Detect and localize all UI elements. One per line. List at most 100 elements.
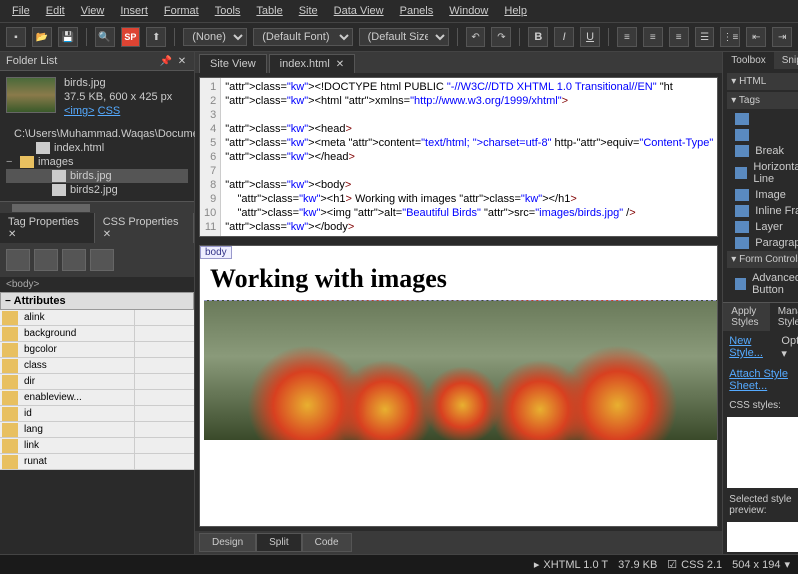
undo-button[interactable]: ↶ <box>466 27 486 47</box>
attributes-header[interactable]: − Attributes <box>0 292 194 310</box>
tree-node[interactable]: C:\Users\Muhammad.Waqas\Documents\M <box>6 127 188 141</box>
status-bar: ▸ XHTML 1.0 T 37.9 KB ☑ CSS 2.1 504 x 19… <box>0 554 798 574</box>
align-left-button[interactable]: ≡ <box>617 27 637 47</box>
tree-node[interactable]: −images <box>6 155 188 169</box>
property-tabs: Tag Properties ✕CSS Properties ✕ <box>0 213 194 243</box>
attr-row[interactable]: bgcolor <box>0 342 194 358</box>
bold-button[interactable]: B <box>528 27 548 47</box>
align-right-button[interactable]: ≡ <box>669 27 689 47</box>
indent-button[interactable]: ⇥ <box>772 27 792 47</box>
toolbox-tab-snippets[interactable]: Snippets <box>774 52 798 69</box>
align-center-button[interactable]: ≡ <box>643 27 663 47</box>
publish-button[interactable]: ⬆ <box>146 27 166 47</box>
toolbox-item[interactable]: Image <box>727 187 798 203</box>
attr-row[interactable]: alink <box>0 310 194 326</box>
underline-button[interactable]: U <box>580 27 600 47</box>
new-button[interactable]: ▪ <box>6 27 26 47</box>
tag-tool-4[interactable] <box>90 249 114 271</box>
view-tab-code[interactable]: Code <box>302 533 352 552</box>
toolbox-item[interactable]: Paragraph <box>727 235 798 251</box>
attr-row[interactable]: dir <box>0 374 194 390</box>
toolbox-item[interactable]: Inline Frame <box>727 203 798 219</box>
attr-row[interactable]: background <box>0 326 194 342</box>
tag-tool-1[interactable] <box>6 249 30 271</box>
view-tab-design[interactable]: Design <box>199 533 256 552</box>
tag-tool-3[interactable] <box>62 249 86 271</box>
img-tag-link[interactable]: <img> <box>64 105 95 117</box>
italic-button[interactable]: I <box>554 27 574 47</box>
list-button[interactable]: ☰ <box>695 27 715 47</box>
menu-panels[interactable]: Panels <box>394 3 440 19</box>
style-tab-manage-styles[interactable]: Manage Styles ✕ <box>770 303 798 331</box>
menu-edit[interactable]: Edit <box>40 3 71 19</box>
menu-tools[interactable]: Tools <box>209 3 247 19</box>
superpreview-button[interactable]: SP <box>121 27 141 47</box>
tree-node[interactable]: index.html <box>6 141 188 155</box>
tree-node[interactable]: birds2.jpg <box>6 183 188 197</box>
menu-view[interactable]: View <box>75 3 111 19</box>
toolbox-section[interactable]: ▾ Form Controls <box>727 251 798 268</box>
toolbox-section[interactable]: ▾ Tags <box>727 92 798 109</box>
open-button[interactable]: 📂 <box>32 27 52 47</box>
size-select[interactable]: (Default Size) <box>359 28 449 46</box>
outdent-button[interactable]: ⇤ <box>746 27 766 47</box>
options-button[interactable]: Options ▾ <box>781 335 798 360</box>
attr-row[interactable]: link <box>0 438 194 454</box>
toolbox-item[interactable]: Break <box>727 143 798 159</box>
status-css[interactable]: ☑ CSS 2.1 <box>667 558 722 571</box>
toolbox-item[interactable]: Horizontal Line <box>727 159 798 187</box>
menu-data-view[interactable]: Data View <box>328 3 390 19</box>
close-icon[interactable]: ✕ <box>176 55 188 67</box>
left-pane: Folder List 📌✕ birds.jpg 37.5 KB, 600 x … <box>0 52 195 554</box>
folder-tree[interactable]: C:\Users\Muhammad.Waqas\Documents\Mindex… <box>0 123 194 201</box>
body-tag-label: body <box>200 246 232 259</box>
scrollbar[interactable] <box>0 201 194 213</box>
attr-row[interactable]: class <box>0 358 194 374</box>
menu-file[interactable]: File <box>6 3 36 19</box>
tab-tag-properties[interactable]: Tag Properties ✕ <box>0 213 95 243</box>
attr-row[interactable]: runat <box>0 454 194 470</box>
style-preview-box <box>727 522 798 552</box>
menu-insert[interactable]: Insert <box>114 3 154 19</box>
redo-button[interactable]: ↷ <box>491 27 511 47</box>
thumb-filename: birds.jpg <box>64 77 172 89</box>
close-icon[interactable]: ✕ <box>336 59 344 70</box>
code-editor[interactable]: 1234567891011121314 "attr">class="kw"><!… <box>199 77 718 237</box>
css-styles-list[interactable] <box>727 417 798 488</box>
status-doctype[interactable]: ▸ XHTML 1.0 T <box>534 558 608 571</box>
tag-tool-2[interactable] <box>34 249 58 271</box>
doc-tab[interactable]: Site View <box>199 54 267 73</box>
menu-table[interactable]: Table <box>250 3 288 19</box>
toolbox-item[interactable] <box>727 111 798 127</box>
view-tab-split[interactable]: Split <box>256 533 301 552</box>
toolbox-item[interactable]: Layer <box>727 219 798 235</box>
status-filesize: 37.9 KB <box>618 559 657 571</box>
save-button[interactable]: 💾 <box>58 27 78 47</box>
menu-bar: FileEditViewInsertFormatToolsTable SiteDa… <box>0 0 798 23</box>
menu-help[interactable]: Help <box>498 3 533 19</box>
pin-icon[interactable]: 📌 <box>160 55 172 67</box>
attr-row[interactable]: id <box>0 406 194 422</box>
bullets-button[interactable]: ⋮≡ <box>720 27 740 47</box>
font-select[interactable]: (Default Font) <box>253 28 352 46</box>
preview-button[interactable]: 🔍 <box>95 27 115 47</box>
toolbox-section[interactable]: ▾ HTML <box>727 73 798 90</box>
tree-node[interactable]: birds.jpg <box>6 169 188 183</box>
toolbox-item[interactable]: Advanced Button <box>727 270 798 298</box>
menu-format[interactable]: Format <box>158 3 205 19</box>
attr-row[interactable]: enableview... <box>0 390 194 406</box>
attach-stylesheet-link[interactable]: Attach Style Sheet... <box>729 368 798 392</box>
tab-css-properties[interactable]: CSS Properties ✕ <box>95 213 194 243</box>
attr-row[interactable]: lang <box>0 422 194 438</box>
menu-site[interactable]: Site <box>293 3 324 19</box>
style-select[interactable]: (None) <box>183 28 247 46</box>
css-link[interactable]: CSS <box>98 105 121 117</box>
toolbox-item[interactable] <box>727 127 798 143</box>
selected-preview-label: Selected style preview: <box>723 490 798 520</box>
style-tab-apply-styles[interactable]: Apply Styles <box>723 303 770 331</box>
design-preview[interactable]: body Working with images <box>199 245 718 527</box>
toolbox-tab-toolbox[interactable]: Toolbox <box>723 52 773 69</box>
new-style-link[interactable]: New Style... <box>729 335 781 360</box>
doc-tab[interactable]: index.html ✕ <box>269 54 356 73</box>
menu-window[interactable]: Window <box>443 3 494 19</box>
